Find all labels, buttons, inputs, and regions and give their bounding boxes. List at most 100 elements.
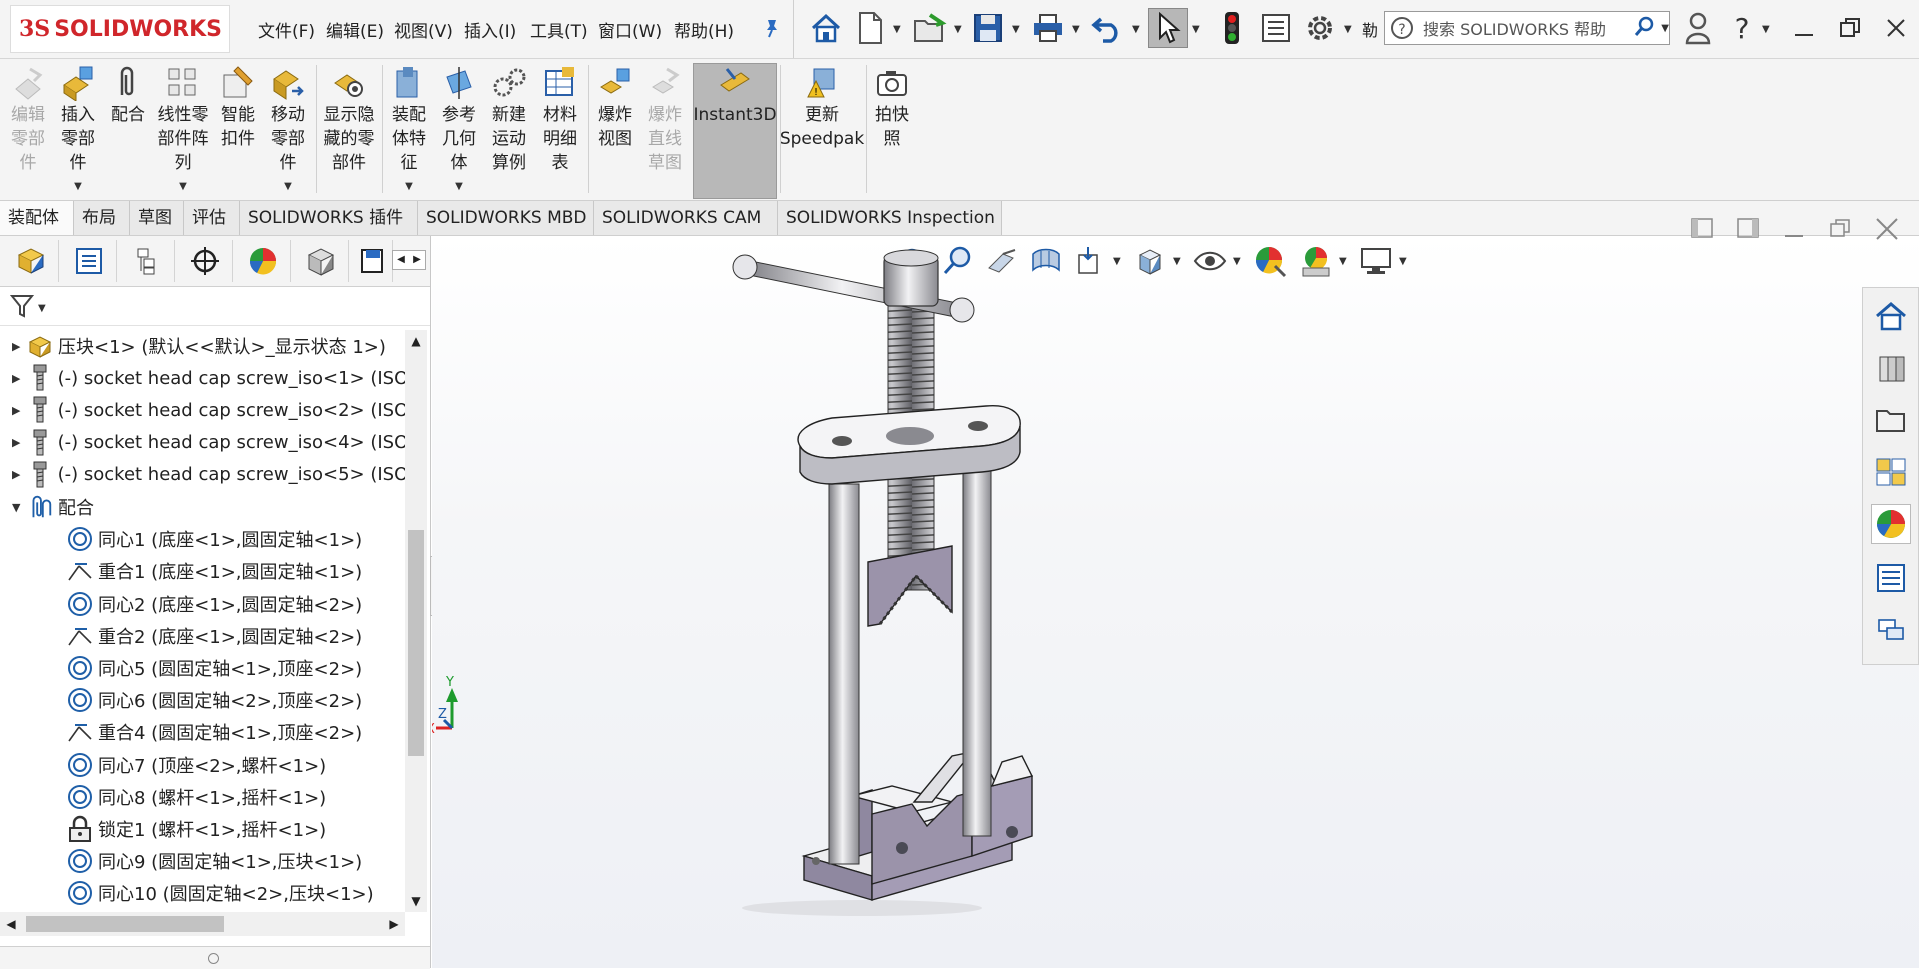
- expand-arrow-icon[interactable]: ▶: [12, 404, 26, 417]
- design-library-icon[interactable]: [1871, 348, 1911, 388]
- configuration-manager-tab-icon[interactable]: [120, 240, 175, 282]
- tab-solidworks-inspection[interactable]: SOLIDWORKS Inspection: [778, 201, 1002, 235]
- tab-evaluate[interactable]: 评估: [184, 201, 240, 235]
- mate-row[interactable]: 锁定1 (螺杆<1>,摇杆<1>): [0, 813, 405, 845]
- restore-icon[interactable]: [1830, 8, 1870, 48]
- linear-pattern-button[interactable]: 线性零 部件阵 列 ▼: [154, 65, 212, 199]
- mate-row[interactable]: 同心7 (顶座<2>,螺杆<1>): [0, 749, 405, 781]
- tree-row[interactable]: ▼ 配合: [0, 491, 405, 523]
- vertical-scroll-thumb[interactable]: [408, 530, 424, 756]
- panel-splitter-handle[interactable]: [208, 953, 219, 964]
- panel-tab-scroller[interactable]: ◀ ▶: [392, 250, 426, 270]
- help-search-input[interactable]: ? 搜索 SOLIDWORKS 帮助 ▼: [1384, 11, 1670, 45]
- chevron-down-icon[interactable]: ▼: [893, 24, 901, 35]
- chevron-down-icon[interactable]: ▼: [1012, 24, 1020, 35]
- undo-icon[interactable]: [1088, 8, 1128, 48]
- chevron-down-icon[interactable]: ▼: [74, 175, 82, 199]
- solidworks-resources-icon[interactable]: [1871, 296, 1911, 336]
- chevron-down-icon[interactable]: ▼: [1344, 24, 1352, 35]
- chevron-down-icon[interactable]: ▼: [405, 175, 413, 199]
- pin-icon[interactable]: [752, 8, 792, 48]
- collapse-arrow-icon[interactable]: ▼: [12, 501, 26, 514]
- property-manager-tab-icon[interactable]: [62, 240, 117, 282]
- exploded-view-button[interactable]: 爆炸 视图: [592, 65, 638, 151]
- tree-row[interactable]: ▶ (-) socket head cap screw_iso<4> (ISO: [0, 427, 405, 459]
- home-icon[interactable]: [806, 8, 846, 48]
- user-account-icon[interactable]: [1678, 8, 1718, 48]
- feature-manager-tab-icon[interactable]: [4, 240, 59, 282]
- instant3d-button[interactable]: Instant3D: [693, 65, 777, 127]
- t-handle[interactable]: [732, 249, 975, 323]
- tree-row[interactable]: ▶ (-) socket head cap screw_iso<2> (ISO: [0, 394, 405, 426]
- tab-solidworks-addins[interactable]: SOLIDWORKS 插件: [240, 201, 418, 235]
- mate-row[interactable]: 重合2 (底座<1>,圆固定轴<2>): [0, 620, 405, 652]
- mate-row[interactable]: 同心9 (圆固定轴<1>,压块<1>): [0, 845, 405, 877]
- tab-sketch[interactable]: 草图: [130, 201, 184, 235]
- expand-arrow-icon[interactable]: ▶: [12, 436, 26, 449]
- v-jaw-block[interactable]: [867, 545, 954, 627]
- edit-component-button[interactable]: 编辑 零部 件: [6, 65, 50, 175]
- tab-solidworks-mbd[interactable]: SOLIDWORKS MBD: [418, 201, 594, 235]
- traffic-light-icon[interactable]: [1212, 8, 1252, 48]
- menu-window[interactable]: 窗口(W): [598, 17, 662, 42]
- solidworks-logo[interactable]: 3S SOLIDWORKS: [10, 5, 230, 53]
- scroll-right-icon[interactable]: ▶: [409, 251, 425, 269]
- chevron-down-icon[interactable]: ▼: [954, 24, 962, 35]
- chevron-down-icon[interactable]: ▼: [1661, 23, 1669, 34]
- appearances-scenes-icon[interactable]: [1871, 504, 1911, 544]
- smart-fasteners-button[interactable]: 智能 扣件: [216, 65, 260, 151]
- display-manager-tab-icon[interactable]: [236, 240, 291, 282]
- insert-component-button[interactable]: 插入 零部 件 ▼: [54, 65, 102, 199]
- vise-3d-model[interactable]: Y X Z: [432, 236, 1852, 968]
- tab-assembly[interactable]: 装配体: [0, 201, 74, 235]
- file-explorer-icon[interactable]: [1871, 400, 1911, 440]
- view-palette-icon[interactable]: [1871, 452, 1911, 492]
- chevron-down-icon[interactable]: ▼: [1762, 24, 1770, 35]
- tree-row[interactable]: ▶ 压块<1> (默认<<默认>_显示状态 1>): [0, 330, 405, 362]
- menu-edit[interactable]: 编辑(E): [326, 17, 384, 42]
- cam-tree-tab-icon[interactable]: [352, 240, 393, 282]
- expand-arrow-icon[interactable]: ▶: [12, 468, 26, 481]
- scroll-left-icon[interactable]: ◀: [0, 912, 22, 936]
- minimize-icon[interactable]: [1784, 8, 1824, 48]
- filter-icon[interactable]: [9, 293, 36, 324]
- chevron-down-icon[interactable]: ▼: [1132, 24, 1140, 35]
- mate-button[interactable]: 配合: [106, 65, 150, 127]
- menu-tools[interactable]: 工具(T): [530, 17, 588, 42]
- tab-solidworks-cam[interactable]: SOLIDWORKS CAM: [594, 201, 778, 235]
- mate-row[interactable]: 重合1 (底座<1>,圆固定轴<1>): [0, 555, 405, 587]
- print-icon[interactable]: [1028, 8, 1068, 48]
- show-hidden-components-button[interactable]: 显示隐 藏的零 部件: [320, 65, 378, 175]
- chevron-down-icon[interactable]: ▼: [38, 303, 46, 314]
- mate-row[interactable]: 同心1 (底座<1>,圆固定轴<1>): [0, 523, 405, 555]
- new-motion-study-button[interactable]: 新建 运动 算例: [486, 65, 532, 175]
- scroll-down-icon[interactable]: ▼: [405, 890, 427, 912]
- custom-properties-icon[interactable]: [1871, 558, 1911, 598]
- tree-vertical-scrollbar[interactable]: ▲ ▼: [405, 330, 427, 912]
- close-icon[interactable]: [1876, 8, 1916, 48]
- menu-help[interactable]: 帮助(H): [674, 17, 734, 42]
- doc-close-icon[interactable]: [1874, 216, 1900, 247]
- chevron-down-icon[interactable]: ▼: [455, 175, 463, 199]
- mate-row[interactable]: 同心8 (螺杆<1>,摇杆<1>): [0, 781, 405, 813]
- options-list-icon[interactable]: [1256, 8, 1296, 48]
- scroll-up-icon[interactable]: ▲: [405, 330, 427, 352]
- take-snapshot-button[interactable]: 拍快 照: [870, 65, 914, 151]
- forum-chat-icon[interactable]: [1871, 610, 1911, 650]
- save-icon[interactable]: [968, 8, 1008, 48]
- scroll-left-icon[interactable]: ◀: [393, 251, 409, 269]
- select-arrow-icon[interactable]: [1148, 8, 1188, 48]
- horizontal-scroll-thumb[interactable]: [26, 916, 224, 932]
- expand-arrow-icon[interactable]: ▶: [12, 340, 26, 353]
- mate-row[interactable]: 重合4 (圆固定轴<1>,顶座<2>): [0, 716, 405, 748]
- reference-geometry-button[interactable]: 参考 几何 体 ▼: [436, 65, 482, 199]
- chevron-down-icon[interactable]: ▼: [284, 175, 292, 199]
- tab-layout[interactable]: 布局: [74, 201, 130, 235]
- expand-arrow-icon[interactable]: ▶: [12, 372, 26, 385]
- cam-tab-icon[interactable]: [294, 240, 349, 282]
- mate-row[interactable]: 同心6 (圆固定轴<2>,顶座<2>): [0, 684, 405, 716]
- tree-row[interactable]: ▶ (-) socket head cap screw_iso<5> (ISO: [0, 459, 405, 491]
- chevron-down-icon[interactable]: ▼: [1192, 24, 1200, 35]
- chevron-down-icon[interactable]: ▼: [179, 175, 187, 199]
- assembly-features-button[interactable]: 装配 体特 征 ▼: [386, 65, 432, 199]
